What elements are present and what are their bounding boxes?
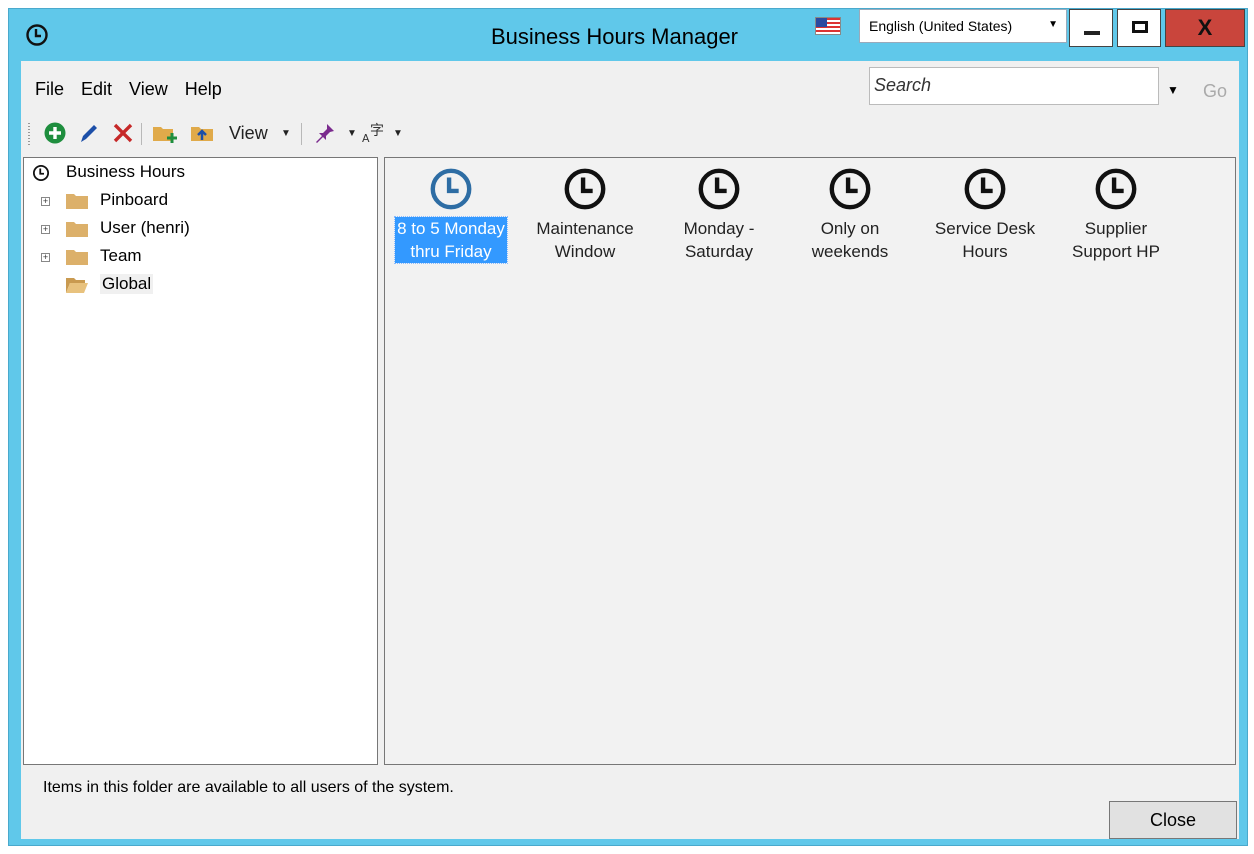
list-item-monday-saturday[interactable]: Monday - Saturday [653, 166, 785, 263]
items-list: 8 to 5 Monday thru Friday Maintenance Wind… [384, 157, 1236, 765]
search-dropdown-arrow-icon[interactable]: ▼ [1167, 83, 1179, 97]
add-icon[interactable] [43, 121, 67, 145]
window-title: Business Hours Manager [491, 24, 739, 49]
clock-icon [564, 168, 606, 210]
toolbar-separator [301, 123, 302, 145]
item-label: 8 to 5 Monday thru Friday [394, 216, 508, 264]
item-label-line2: weekends [811, 242, 889, 261]
item-label: Service Desk Hours [933, 217, 1037, 263]
item-label: Only on weekends [810, 217, 891, 263]
menu-view[interactable]: View [129, 79, 168, 99]
clock-icon [1095, 168, 1137, 210]
toolbar: View ▼ ▼ A字 ▼ [27, 119, 547, 149]
list-item-8-to-5[interactable]: 8 to 5 Monday thru Friday [385, 166, 517, 264]
svg-text:A: A [362, 132, 370, 145]
item-label-line1: Supplier [1084, 219, 1148, 238]
expand-icon[interactable]: + [41, 197, 50, 206]
tree-node-label: Global [100, 274, 154, 294]
folder-icon [66, 222, 88, 237]
open-folder-icon [66, 278, 88, 293]
close-window-button[interactable]: X [1165, 9, 1245, 47]
clock-icon [698, 168, 740, 210]
list-item-supplier-support-hp[interactable]: Supplier Support HP [1050, 166, 1182, 263]
menu-bar: File Edit View Help [35, 79, 239, 100]
client-area: File Edit View Help Search ▼ Go View ▼ ▼ A字… [21, 61, 1239, 839]
expand-icon[interactable]: + [41, 253, 50, 262]
tree-root-label: Business Hours [66, 162, 186, 181]
delete-icon[interactable] [111, 121, 135, 145]
title-bar: Business Hours Manager English (United S… [9, 9, 1247, 61]
folder-icon [66, 194, 88, 209]
search-input[interactable]: Search [869, 67, 1159, 105]
toolbar-grip-icon [28, 123, 30, 145]
item-label-line1: Maintenance [536, 219, 634, 238]
language-translate-icon[interactable]: A字 [361, 121, 387, 145]
list-item-maintenance-window[interactable]: Maintenance Window [519, 166, 651, 263]
item-label-line2: Window [554, 242, 616, 261]
tree-node-label: User (henri) [100, 218, 190, 237]
item-label-line1: 8 to 5 Monday [397, 219, 505, 238]
item-label-line2: thru Friday [410, 242, 492, 261]
item-label-line2: Support HP [1072, 242, 1160, 261]
clock-icon [964, 168, 1006, 210]
us-flag-icon [815, 17, 841, 35]
view-menu-button[interactable]: View [229, 123, 268, 144]
item-label-line2: Hours [962, 242, 1008, 261]
translate-dropdown-arrow-icon[interactable]: ▼ [393, 128, 403, 139]
language-select[interactable]: English (United States) ▼ [859, 9, 1067, 43]
pin-icon[interactable] [313, 121, 337, 145]
main-window: Business Hours Manager English (United S… [8, 8, 1248, 846]
item-label-line1: Service Desk [934, 219, 1036, 238]
svg-text:字: 字 [370, 123, 384, 139]
language-selected: English (United States) [869, 18, 1013, 34]
folder-icon [66, 250, 88, 265]
item-label-line2: Saturday [684, 242, 754, 261]
status-text: Items in this folder are available to al… [43, 779, 454, 796]
list-item-only-on-weekends[interactable]: Only on weekends [784, 166, 916, 263]
clock-icon [32, 164, 50, 182]
maximize-button[interactable] [1117, 9, 1161, 47]
dropdown-arrow-icon: ▼ [1048, 19, 1058, 30]
menu-file[interactable]: File [35, 79, 64, 99]
pin-dropdown-arrow-icon[interactable]: ▼ [347, 128, 357, 139]
item-label: Maintenance Window [534, 217, 635, 263]
expand-icon[interactable]: + [41, 225, 50, 234]
menu-help[interactable]: Help [185, 79, 222, 99]
clock-icon [430, 168, 472, 210]
item-label-line1: Only on [820, 219, 880, 238]
folder-up-icon[interactable] [189, 121, 217, 145]
tree-node-label: Team [100, 246, 142, 265]
item-label: Supplier Support HP [1070, 217, 1162, 263]
view-dropdown-arrow-icon[interactable]: ▼ [281, 128, 291, 139]
clock-icon [829, 168, 871, 210]
minimize-button[interactable] [1069, 9, 1113, 47]
close-button[interactable]: Close [1109, 801, 1237, 839]
item-label-line1: Monday - [683, 219, 755, 238]
menu-edit[interactable]: Edit [81, 79, 112, 99]
clock-icon [26, 24, 48, 46]
edit-pencil-icon[interactable] [77, 121, 101, 145]
item-label: Monday - Saturday [682, 217, 757, 263]
list-item-service-desk-hours[interactable]: Service Desk Hours [919, 166, 1051, 263]
new-folder-icon[interactable] [151, 121, 179, 145]
folder-tree: Business Hours + Pinboard + User (henri)… [23, 157, 378, 765]
tree-node-label: Pinboard [100, 190, 169, 209]
toolbar-separator [141, 123, 142, 145]
go-button[interactable]: Go [1203, 81, 1227, 102]
